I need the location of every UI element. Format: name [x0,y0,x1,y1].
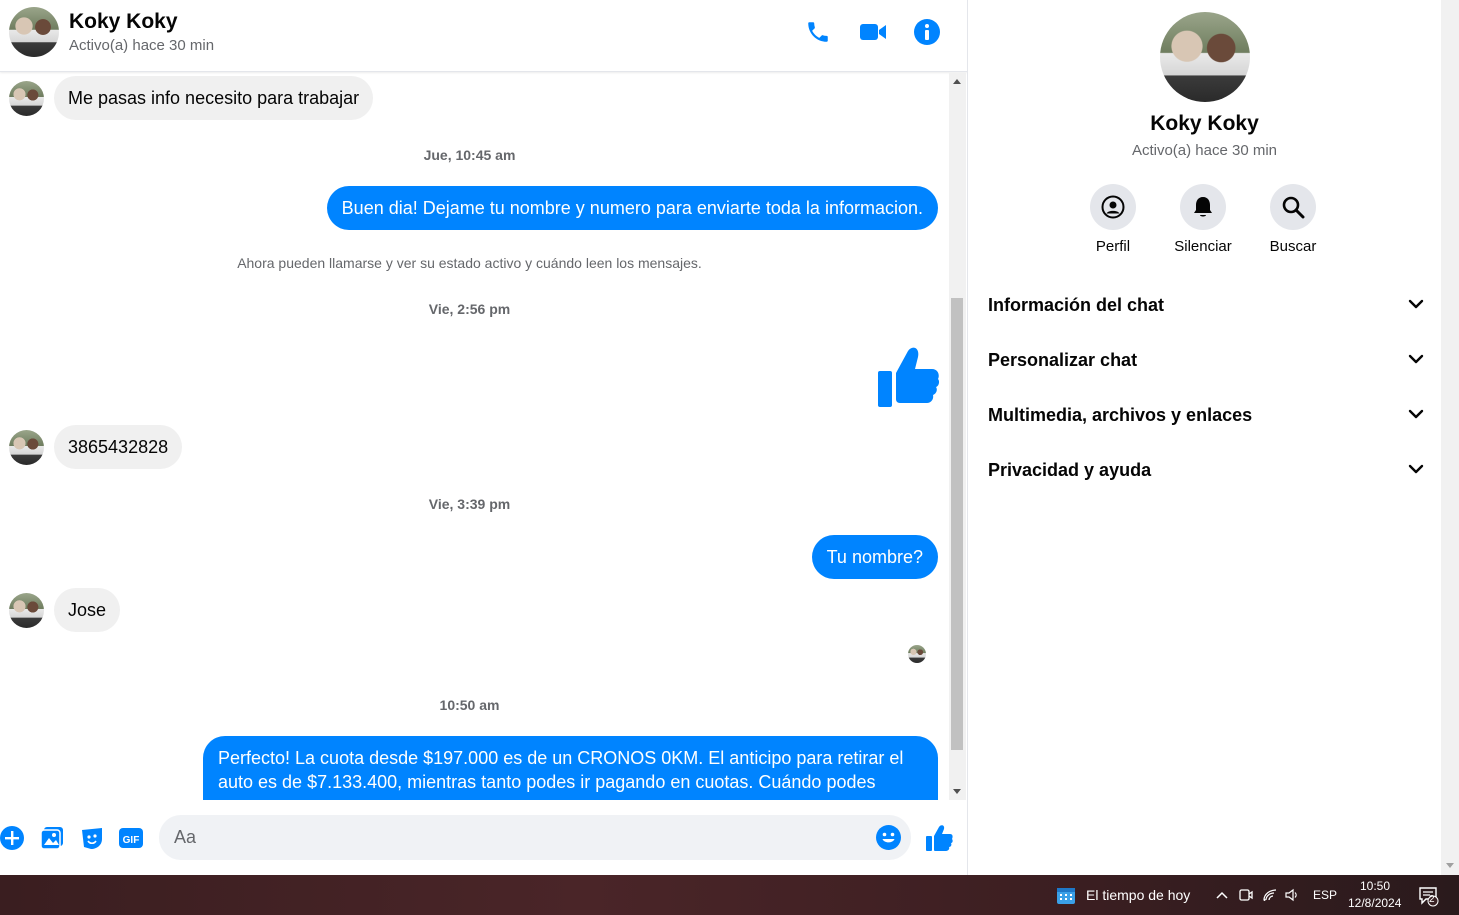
incoming-message: Jose [9,588,121,632]
message-scrollbar[interactable] [949,73,966,800]
scroll-down-arrow[interactable] [953,789,961,794]
voice-call-icon[interactable] [803,17,833,47]
contact-avatar [9,592,44,628]
chevron-down-icon [1408,351,1424,369]
profile-avatar[interactable] [1160,12,1250,102]
search-label: Buscar [1269,238,1317,255]
composer: GIF [0,800,967,875]
message-line: Perfecto! La cuota desde $197.000 es de … [218,748,904,768]
timestamp: Jue, 10:45 am [423,147,516,163]
message-bubble[interactable]: Jose [54,588,121,632]
like-sticker-icon[interactable] [876,345,940,409]
section-title: Personalizar chat [988,349,1138,370]
outgoing-message-bubble[interactable]: Tu nombre? [811,535,938,579]
chat-pane: Koky Koky Activo(a) hace 30 min Me pasas… [0,0,967,875]
notification-count-badge: 2 [1429,894,1435,905]
photo-icon[interactable] [38,824,66,852]
profile-name: Koky Koky [1150,112,1259,135]
weather-widget-label[interactable]: El tiempo de hoy [1086,887,1190,903]
mute-label: Silenciar [1174,238,1232,255]
profile-icon [1090,184,1136,230]
section-title: Privacidad y ayuda [988,459,1152,480]
wifi-icon[interactable] [1262,887,1278,903]
chevron-down-icon [1408,296,1424,314]
calendar-weather-icon[interactable] [1056,885,1076,905]
profile-button[interactable]: Perfil [1068,184,1158,255]
video-call-icon[interactable] [858,17,888,47]
message-bubble[interactable]: Me pasas info necesito para trabajar [54,76,374,120]
scroll-down-arrow[interactable] [1446,863,1454,868]
message-bubble[interactable]: 3865432828 [54,425,183,469]
mute-button[interactable]: Silenciar [1158,184,1248,255]
chevron-down-icon [1408,461,1424,479]
info-panel: Koky Koky Activo(a) hace 30 min Perfil S… [968,0,1441,875]
seen-indicator-avatar [908,645,926,663]
profile-status: Activo(a) hace 30 min [1131,142,1278,159]
outgoing-message-bubble[interactable]: Buen dia! Dejame tu nombre y numero para… [326,186,938,230]
scrollbar-thumb[interactable] [951,298,963,750]
contact-avatar[interactable] [9,7,59,57]
contact-avatar [9,429,44,465]
chevron-down-icon [1408,406,1424,424]
scroll-up-arrow[interactable] [953,79,961,84]
volume-icon[interactable] [1284,887,1300,903]
language-indicator[interactable]: ESP [1313,888,1337,902]
svg-text:GIF: GIF [123,835,140,846]
section-privacy-help[interactable]: Privacidad y ayuda [988,450,1424,490]
info-icon[interactable] [912,17,942,47]
message-input-wrapper[interactable] [159,815,911,860]
timestamp: Vie, 2:56 pm [428,301,511,317]
timestamp: 10:50 am [439,697,500,713]
incoming-message: 3865432828 [9,425,183,469]
like-button-icon[interactable] [925,824,953,852]
search-button[interactable]: Buscar [1248,184,1338,255]
bell-icon [1180,184,1226,230]
search-icon [1270,184,1316,230]
meet-now-icon[interactable] [1238,887,1254,903]
contact-avatar [9,80,44,116]
section-title: Información del chat [988,294,1165,315]
section-chat-info[interactable]: Información del chat [988,285,1424,325]
messenger-app: Koky Koky Activo(a) hace 30 min Me pasas… [0,0,1459,875]
section-title: Multimedia, archivos y enlaces [988,404,1253,425]
message-line: auto es de $7.133.400, mientras tanto po… [218,772,876,792]
profile-label: Perfil [1095,238,1131,255]
timestamp: Vie, 3:39 pm [428,496,511,512]
outgoing-message-bubble[interactable]: Perfecto! La cuota desde $197.000 es de … [203,736,938,800]
gif-icon[interactable]: GIF [117,824,145,852]
chevron-up-icon[interactable] [1214,887,1230,903]
chat-header: Koky Koky Activo(a) hace 30 min [0,0,967,72]
plus-icon[interactable] [0,824,26,852]
system-notice: Ahora pueden llamarse y ver su estado ac… [237,255,702,271]
clock-time[interactable]: 10:50 [1360,879,1390,893]
emoji-icon[interactable] [875,824,902,851]
section-customize-chat[interactable]: Personalizar chat [988,340,1424,380]
message-input[interactable] [174,815,854,860]
taskbar: El tiempo de hoy ESP 10:50 12/8/2024 2 [0,875,1459,915]
sticker-icon[interactable] [78,824,106,852]
clock-date[interactable]: 12/8/2024 [1348,896,1401,910]
page-scrollbar[interactable] [1441,0,1459,875]
contact-name[interactable]: Koky Koky [69,10,178,34]
contact-status: Activo(a) hace 30 min [69,37,215,54]
section-media-files[interactable]: Multimedia, archivos y enlaces [988,395,1424,435]
message-list[interactable]: Me pasas info necesito para trabajar Jue… [0,73,949,800]
incoming-message: Me pasas info necesito para trabajar [9,76,374,120]
